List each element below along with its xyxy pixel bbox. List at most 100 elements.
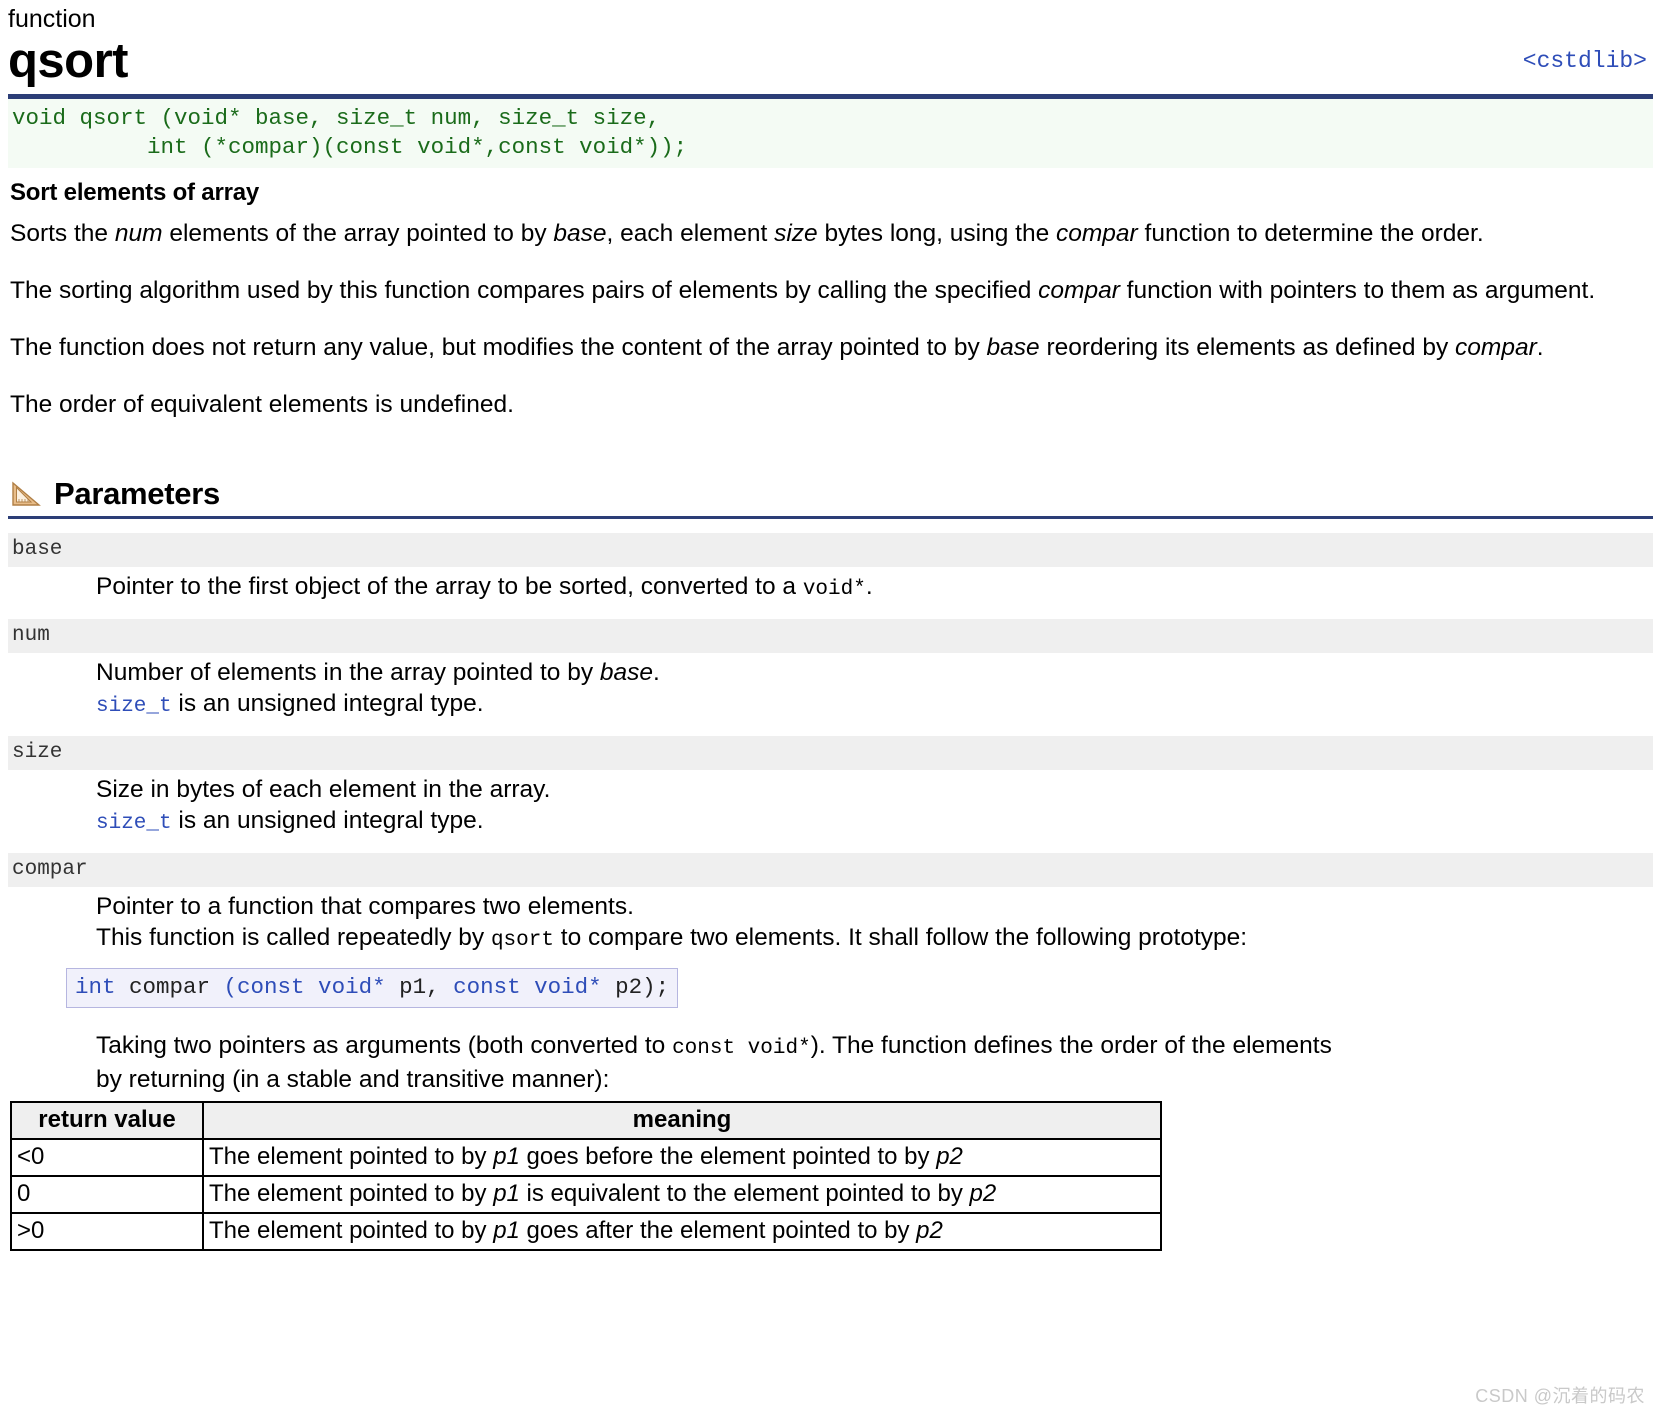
text-run: The order of equivalent elements is unde… [10, 391, 514, 418]
emphasis-text: p1 [493, 1217, 520, 1244]
text-run: goes after the element pointed to by [519, 1217, 917, 1244]
compar-tail-text: Taking two pointers as arguments (both c… [96, 1026, 1653, 1095]
text-run: is an unsigned integral type. [171, 807, 484, 834]
emphasis-text: compar [1455, 334, 1537, 361]
text-run: The element pointed to by [209, 1217, 494, 1244]
inline-code: void* [802, 578, 866, 601]
table-header-row: return value meaning [10, 1101, 1162, 1140]
table-header-return-value: return value [10, 1101, 204, 1140]
text-run: The element pointed to by [209, 1143, 494, 1170]
function-prototype-block: void qsort (void* base, size_t num, size… [8, 99, 1653, 168]
compar-prototype-wrapper: int compar (const void* p1, const void* … [8, 956, 1653, 1008]
table-row: <0 The element pointed to by p1 goes befo… [10, 1138, 1162, 1177]
prototype-params-line2: int (*compar)(const void*,const void*)); [12, 134, 688, 160]
compar-proto-param1-name: p1, [385, 974, 454, 1000]
prototype-function-name: qsort [66, 105, 161, 131]
summary-paragraph: The function does not return any value, … [10, 332, 1630, 363]
text-run: goes before the element pointed to by [519, 1143, 937, 1170]
parameter-description-size: Size in bytes of each element in the arr… [96, 770, 1653, 839]
table-row: >0 The element pointed to by p1 goes afte… [10, 1212, 1162, 1251]
emphasis-text: base [986, 334, 1040, 361]
table-cell-return-value: <0 [10, 1138, 204, 1177]
text-run: reordering its elements as defined by [1039, 334, 1456, 361]
parameters-section-divider [8, 516, 1653, 519]
compar-proto-kw-int: int [75, 974, 116, 1000]
page-header: function qsort <cstdlib> [8, 0, 1653, 99]
parameter-name-compar: compar [8, 853, 1653, 887]
parameter-description-base: Pointer to the first object of the array… [96, 567, 1653, 605]
text-run: Sorts the [10, 220, 115, 247]
text-run: ). The function defines the order of the… [810, 1032, 1332, 1059]
emphasis-text: p1 [493, 1180, 520, 1207]
emphasis-text: p2 [936, 1143, 963, 1170]
compar-proto-param2-type: const void* [453, 974, 602, 1000]
summary-heading: Sort elements of array [10, 179, 260, 206]
text-run: The element pointed to by [209, 1180, 494, 1207]
parameter-name-base: base [8, 533, 1653, 567]
text-run: bytes long, using the [817, 220, 1057, 247]
text-run: , each element [606, 220, 775, 247]
parameter-description-line: size_t is an unsigned integral type. [96, 805, 1653, 839]
table-cell-return-value: 0 [10, 1175, 204, 1214]
emphasis-text: compar [1056, 220, 1138, 247]
text-run: This function is called repeatedly by [96, 924, 491, 951]
title-row: qsort <cstdlib> [8, 34, 1653, 88]
reference-page: function qsort <cstdlib> void qsort (voi… [0, 0, 1661, 1251]
parameter-name-size: size [8, 736, 1653, 770]
text-run: Number of elements in the array pointed … [96, 659, 600, 686]
parameters-section-title: Parameters [54, 476, 220, 511]
parameter-description-line: Size in bytes of each element in the arr… [96, 774, 1653, 805]
emphasis-text: compar [1038, 277, 1120, 304]
text-run: Size in bytes of each element in the arr… [96, 776, 551, 803]
parameter-name-num: num [8, 619, 1653, 653]
include-header-label: <cstdlib> [1522, 48, 1647, 74]
parameter-description-line: size_t is an unsigned integral type. [96, 688, 1653, 722]
summary-paragraph: The sorting algorithm used by this funct… [10, 275, 1630, 306]
ruler-triangle-icon [10, 480, 42, 508]
text-run: . [653, 659, 660, 686]
parameter-description-line: This function is called repeatedly by qs… [96, 922, 1653, 956]
csdn-watermark: CSDN @沉着的码农 [1475, 1386, 1645, 1406]
text-run: . [1536, 334, 1544, 361]
text-run: . [865, 573, 873, 600]
summary-paragraph: Sorts the num elements of the array poin… [10, 218, 1630, 249]
compar-proto-param2-name: p2); [601, 974, 670, 1000]
compar-tail-line: Taking two pointers as arguments (both c… [96, 1030, 1653, 1064]
text-run: Pointer to the first object of the array… [96, 573, 803, 600]
inline-code: const void* [672, 1037, 811, 1060]
parameter-description-compar: Pointer to a function that compares two … [96, 887, 1653, 956]
text-run: The function does not return any value, … [10, 334, 987, 361]
prototype-params-line1: (void* base, size_t num, size_t size, [160, 105, 661, 131]
table-body: <0 The element pointed to by p1 goes befo… [10, 1138, 1162, 1251]
compar-proto-name: compar [115, 974, 224, 1000]
compar-tail-line: by returning (in a stable and transitive… [96, 1064, 1653, 1095]
table-cell-return-value: >0 [10, 1212, 204, 1251]
table-cell-meaning: The element pointed to by p1 goes after … [202, 1212, 1162, 1251]
text-run: function with pointers to them as argume… [1119, 277, 1596, 304]
prototype-return-type: void [12, 105, 67, 131]
parameter-description-num: Number of elements in the array pointed … [96, 653, 1653, 722]
entity-kind-label: function [8, 5, 96, 33]
parameter-description-line: Pointer to a function that compares two … [96, 891, 1653, 922]
text-run: is equivalent to the element pointed to … [519, 1180, 970, 1207]
emphasis-text: base [599, 659, 654, 686]
type-link[interactable]: size_t [96, 812, 172, 835]
summary-paragraph: The order of equivalent elements is unde… [10, 389, 1630, 420]
type-link[interactable]: size_t [96, 695, 172, 718]
parameter-description-line: Number of elements in the array pointed … [96, 657, 1653, 688]
parameters-section-header: Parameters [8, 476, 1653, 512]
table-row: 0 The element pointed to by p1 is equival… [10, 1175, 1162, 1214]
parameters-list: base Pointer to the first object of the a… [8, 533, 1653, 956]
emphasis-text: base [553, 220, 607, 247]
table-header-meaning: meaning [202, 1101, 1162, 1140]
table-cell-meaning: The element pointed to by p1 goes before… [202, 1138, 1162, 1177]
text-run: elements of the array pointed to by [162, 220, 554, 247]
summary-paragraphs: Sorts the num elements of the array poin… [8, 218, 1653, 420]
emphasis-text: p1 [493, 1143, 520, 1170]
text-run: by returning (in a stable and transitive… [96, 1066, 610, 1093]
text-run: Taking two pointers as arguments (both c… [96, 1032, 673, 1059]
text-run: function to determine the order. [1137, 220, 1484, 247]
inline-code: qsort [490, 929, 554, 952]
emphasis-text: num [114, 220, 163, 247]
text-run: Pointer to a function that compares two … [96, 893, 634, 920]
